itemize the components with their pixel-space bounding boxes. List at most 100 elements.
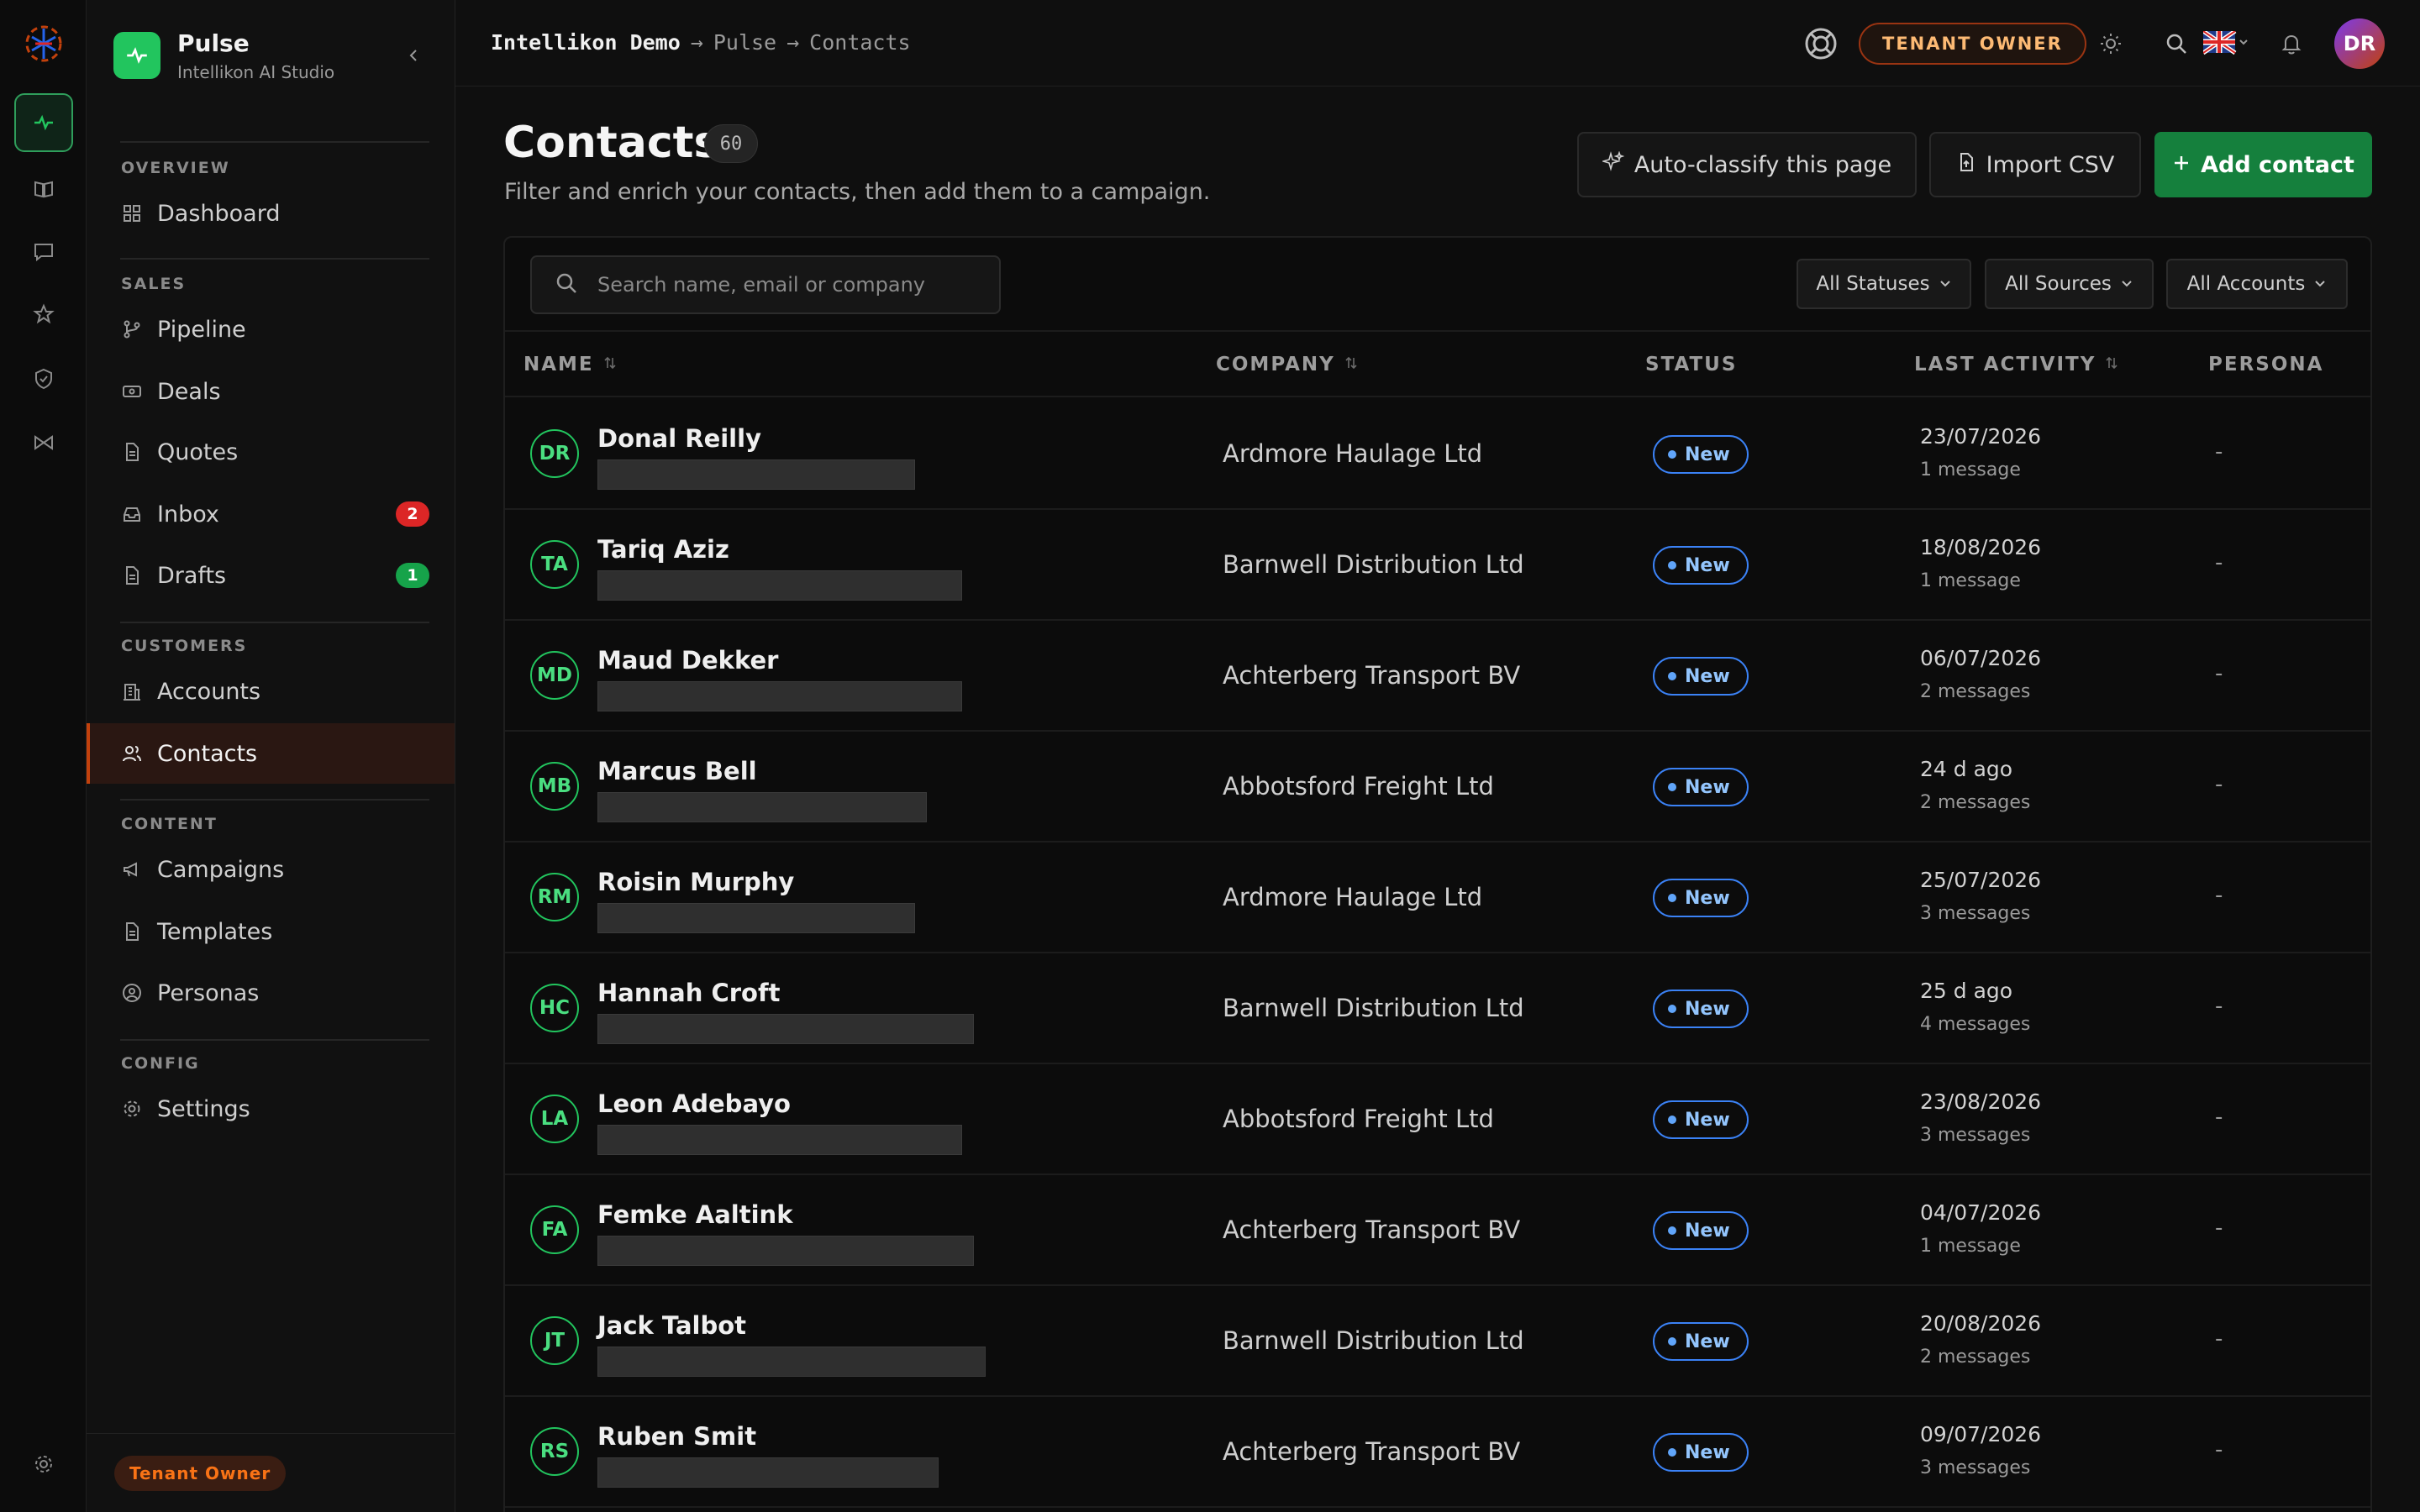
table-row[interactable]: MD Maud Dekker Achterberg Transport BV New 0… [505, 621, 2370, 732]
sidebar-item-templates[interactable]: Templates [87, 901, 455, 962]
section-config: CONFIG [121, 1054, 200, 1073]
table-row[interactable]: MB Marcus Bell Abbotsford Freight Ltd New 24… [505, 732, 2370, 843]
redacted-email-bar [597, 570, 962, 601]
contact-company[interactable]: Achterberg Transport BV [1223, 1215, 1520, 1244]
collapse-sidebar-button[interactable] [398, 40, 429, 71]
section-sales: SALES [121, 275, 187, 293]
column-header-last-activity[interactable]: LAST ACTIVITY [1914, 354, 2119, 375]
table-row[interactable]: DR Donal Reilly Ardmore Haulage Ltd New 23/0… [505, 399, 2370, 510]
breadcrumb-page: Contacts [809, 30, 911, 55]
sun-icon[interactable] [2092, 25, 2129, 62]
column-header-name[interactable]: NAME [523, 354, 618, 375]
contact-company[interactable]: Abbotsford Freight Ltd [1223, 1105, 1494, 1133]
bell-icon[interactable] [2273, 25, 2310, 62]
table-row[interactable]: RS Ruben Smit Achterberg Transport BV New 09… [505, 1397, 2370, 1508]
contact-name[interactable]: Femke Aaltink [597, 1200, 792, 1229]
sidebar-item-inbox[interactable]: Inbox 2 [87, 484, 455, 544]
users-icon [120, 742, 144, 765]
contacts-table-panel: All Statuses All Sources All Accounts NA… [503, 236, 2372, 1512]
uk-flag-icon[interactable] [2198, 25, 2255, 62]
sidebar-item-campaigns[interactable]: Campaigns [87, 839, 455, 900]
contact-name[interactable]: Ruben Smit [597, 1422, 756, 1451]
search-input[interactable] [597, 273, 984, 297]
table-row[interactable]: HC Hannah Croft Barnwell Distribution Ltd N… [505, 953, 2370, 1064]
building-icon [120, 680, 144, 703]
pulse-app-icon[interactable] [14, 93, 73, 152]
plus-icon [2172, 152, 2191, 178]
account-filter-select[interactable]: All Accounts [2166, 259, 2348, 309]
status-dot-icon [1668, 672, 1676, 680]
help-ring-icon[interactable] [1802, 25, 1839, 62]
status-badge: New [1653, 879, 1749, 917]
contact-company[interactable]: Barnwell Distribution Ltd [1223, 994, 1524, 1022]
contact-name[interactable]: Marcus Bell [597, 757, 757, 785]
bowtie-icon[interactable] [14, 413, 73, 472]
sidebar-item-label: Dashboard [157, 200, 281, 227]
contact-name[interactable]: Hannah Croft [597, 979, 780, 1007]
sidebar-item-deals[interactable]: Deals [87, 361, 455, 422]
contact-name[interactable]: Tariq Aziz [597, 535, 729, 564]
redacted-email-bar [597, 1125, 962, 1155]
redacted-email-bar [597, 681, 962, 711]
status-badge: New [1653, 546, 1749, 585]
star-icon[interactable] [14, 285, 73, 344]
table-row[interactable]: RM Roisin Murphy Ardmore Haulage Ltd New 25/… [505, 843, 2370, 953]
contact-name[interactable]: Donal Reilly [597, 424, 761, 453]
column-header-status: STATUS [1645, 354, 1737, 375]
add-contact-button[interactable]: Add contact [2154, 132, 2372, 197]
redacted-email-bar [597, 1347, 986, 1377]
status-label: New [1685, 998, 1730, 1020]
sidebar-item-label: Pipeline [157, 316, 246, 343]
sidebar-item-settings[interactable]: Settings [87, 1079, 455, 1139]
chevron-down-icon [2120, 273, 2133, 295]
message-count: 2 messages [1920, 1347, 2031, 1368]
auto-classify-button[interactable]: Auto-classify this page [1577, 132, 1917, 197]
contact-company[interactable]: Achterberg Transport BV [1223, 1437, 1520, 1466]
book-icon[interactable] [14, 160, 73, 218]
contact-company[interactable]: Barnwell Distribution Ltd [1223, 550, 1524, 579]
breadcrumb-tenant[interactable]: Intellikon Demo [491, 30, 681, 55]
status-filter-select[interactable]: All Statuses [1797, 259, 1971, 309]
breadcrumb-app[interactable]: Pulse [713, 30, 776, 55]
chat-icon[interactable] [14, 223, 73, 281]
search-icon[interactable] [2158, 25, 2195, 62]
message-count: 2 messages [1920, 792, 2031, 813]
sidebar-item-contacts[interactable]: Contacts [87, 723, 455, 784]
status-badge: New [1653, 768, 1749, 806]
search-box[interactable] [530, 255, 1001, 314]
contact-name[interactable]: Leon Adebayo [597, 1089, 791, 1118]
contact-name[interactable]: Maud Dekker [597, 646, 778, 675]
sidebar-item-quotes[interactable]: Quotes [87, 422, 455, 482]
contact-name[interactable]: Roisin Murphy [597, 868, 794, 896]
contact-company[interactable]: Ardmore Haulage Ltd [1223, 883, 1482, 911]
table-row[interactable]: FA Femke Aaltink Achterberg Transport BV Ne… [505, 1175, 2370, 1286]
status-label: New [1685, 1220, 1730, 1242]
chevron-down-icon [2313, 273, 2327, 295]
sidebar-item-personas[interactable]: Personas [87, 963, 455, 1023]
sidebar-item-label: Campaigns [157, 856, 285, 883]
table-row[interactable]: TA Tariq Aziz Barnwell Distribution Ltd New… [505, 510, 2370, 621]
source-filter-select[interactable]: All Sources [1985, 259, 2154, 309]
intellikon-logo-icon[interactable] [22, 22, 66, 66]
user-avatar[interactable]: DR [2334, 18, 2385, 69]
sidebar-item-accounts[interactable]: Accounts [87, 661, 455, 722]
message-count: 3 messages [1920, 1125, 2031, 1146]
sidebar-item-drafts[interactable]: Drafts 1 [87, 545, 455, 606]
shield-icon[interactable] [14, 349, 73, 408]
sidebar-item-dashboard[interactable]: Dashboard [87, 183, 455, 244]
table-row[interactable]: JT Jack Talbot Barnwell Distribution Ltd Ne… [505, 1286, 2370, 1397]
contact-company[interactable]: Barnwell Distribution Ltd [1223, 1326, 1524, 1355]
column-header-company[interactable]: COMPANY [1216, 354, 1359, 375]
gear-icon[interactable] [14, 1435, 73, 1494]
page-subtitle: Filter and enrich your contacts, then ad… [504, 179, 1211, 205]
sidebar-item-pipeline[interactable]: Pipeline [87, 299, 455, 360]
status-dot-icon [1668, 1448, 1676, 1457]
contact-company[interactable]: Abbotsford Freight Ltd [1223, 772, 1494, 801]
table-row[interactable]: LA Leon Adebayo Abbotsford Freight Ltd New 2… [505, 1064, 2370, 1175]
pulse-logo-icon [113, 32, 160, 79]
contact-company[interactable]: Ardmore Haulage Ltd [1223, 439, 1482, 468]
contact-company[interactable]: Achterberg Transport BV [1223, 661, 1520, 690]
import-csv-button[interactable]: Import CSV [1929, 132, 2141, 197]
sort-icon [2104, 354, 2119, 375]
contact-name[interactable]: Jack Talbot [597, 1311, 746, 1340]
